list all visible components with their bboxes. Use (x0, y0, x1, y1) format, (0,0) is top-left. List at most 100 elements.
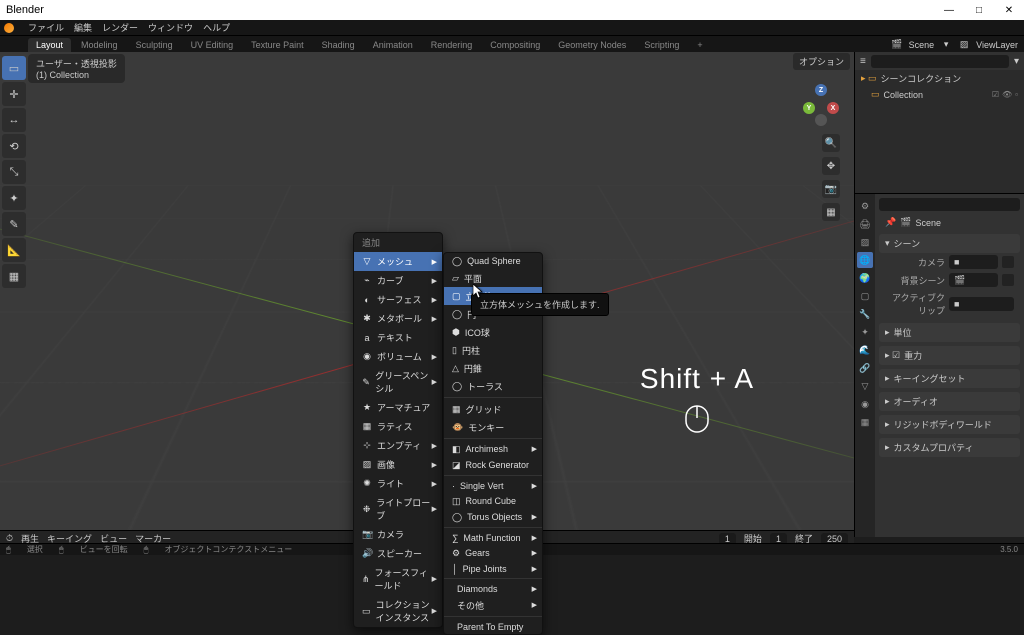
viewlayer-name[interactable]: ViewLayer (976, 40, 1018, 50)
fld-clip[interactable]: ■ (949, 297, 1014, 311)
mesh-menu-item-4[interactable]: ⬢ICO球 (444, 323, 542, 341)
ptab-constraints[interactable]: 🔗 (857, 360, 873, 376)
zoom-icon[interactable]: 🔍 (822, 134, 840, 152)
add-menu-item-4[interactable]: aテキスト (354, 328, 442, 347)
scene-icon[interactable]: 🎬 (891, 39, 903, 51)
mesh-menu-item-13[interactable]: ◪Rock Generator (444, 457, 542, 473)
add-menu-item-0[interactable]: ▽メッシュ▶ (354, 252, 442, 271)
outliner-type-icon[interactable]: ≡ (860, 56, 866, 67)
add-menu-item-14[interactable]: 🔊スピーカー (354, 544, 442, 563)
restrict-view-icon[interactable]: 👁 (1002, 90, 1012, 99)
tab-compositing[interactable]: Compositing (482, 38, 548, 52)
restrict-select-icon[interactable]: ☑ (992, 90, 999, 99)
tool-rotate[interactable]: ⟲ (2, 134, 26, 158)
tool-scale[interactable]: ⤡ (2, 160, 26, 184)
add-menu-item-15[interactable]: ⋔フォースフィールド▶ (354, 563, 442, 595)
scene-name[interactable]: Scene (909, 40, 935, 50)
close-button[interactable]: ✕ (994, 0, 1024, 20)
panel-custom[interactable]: ▸ カスタムプロパティ (879, 438, 1020, 457)
cam-anim-dot[interactable] (1002, 256, 1014, 268)
mesh-menu-item-17[interactable]: ◯Torus Objects▶ (444, 509, 542, 525)
mesh-menu-item-20[interactable]: ⚙Gears▶ (444, 545, 542, 561)
tab-texture-paint[interactable]: Texture Paint (243, 38, 312, 52)
tool-transform[interactable]: ✦ (2, 186, 26, 210)
tab-sculpting[interactable]: Sculpting (128, 38, 181, 52)
gizmo-z[interactable]: Z (815, 84, 827, 96)
menu-help[interactable]: ヘルプ (203, 21, 230, 34)
mesh-menu-item-1[interactable]: ▱平面 (444, 269, 542, 287)
gizmo-x[interactable]: X (827, 102, 839, 114)
panel-keying[interactable]: ▸ キーイングセット (879, 369, 1020, 388)
add-menu-item-8[interactable]: ▦ラティス (354, 417, 442, 436)
options-dropdown[interactable]: オプション (793, 53, 850, 70)
blender-icon[interactable] (4, 23, 14, 33)
fld-bgscene[interactable]: 🎬 (949, 273, 998, 287)
mesh-menu-item-9[interactable]: ▦グリッド (444, 400, 542, 418)
add-menu-item-10[interactable]: ▨画像▶ (354, 455, 442, 474)
menu-file[interactable]: ファイル (28, 21, 64, 34)
tab-uv-editing[interactable]: UV Editing (183, 38, 242, 52)
restrict-render-icon[interactable]: ▫ (1015, 90, 1018, 99)
minimize-button[interactable]: — (934, 0, 964, 20)
ptab-scene[interactable]: 🌐 (857, 252, 873, 268)
scene-new-icon[interactable]: ▾ (940, 39, 952, 51)
ptab-render[interactable]: ⚙ (857, 198, 873, 214)
maximize-button[interactable]: □ (964, 0, 994, 20)
mesh-menu-item-7[interactable]: ◯トーラス (444, 377, 542, 395)
tab-rendering[interactable]: Rendering (423, 38, 481, 52)
move-view-icon[interactable]: ✥ (822, 157, 840, 175)
mesh-menu-item-5[interactable]: ▯円柱 (444, 341, 542, 359)
tab-modeling[interactable]: Modeling (73, 38, 126, 52)
tab-scripting[interactable]: Scripting (636, 38, 687, 52)
mesh-menu-item-24[interactable]: その他▶ (444, 596, 542, 614)
tool-addcube[interactable]: ▦ (2, 264, 26, 288)
add-menu-item-11[interactable]: ✺ライト▶ (354, 474, 442, 493)
panel-rigid[interactable]: ▸ リジッドボディワールド (879, 415, 1020, 434)
add-menu-item-3[interactable]: ✱メタボール▶ (354, 309, 442, 328)
filter-icon[interactable]: ▾ (1014, 56, 1019, 67)
mesh-menu-item-26[interactable]: Parent To Empty (444, 619, 542, 634)
add-menu-item-12[interactable]: ❉ライトプローブ▶ (354, 493, 442, 525)
mesh-menu-item-16[interactable]: ◫Round Cube (444, 493, 542, 509)
add-menu-item-5[interactable]: ◉ボリューム▶ (354, 347, 442, 366)
tab-geometry-nodes[interactable]: Geometry Nodes (550, 38, 634, 52)
outliner-item-0[interactable]: Collection (884, 90, 924, 100)
add-menu-item-7[interactable]: ★アーマチュア (354, 398, 442, 417)
add-menu-item-16[interactable]: ▭コレクションインスタンス▶ (354, 595, 442, 627)
ptab-physics[interactable]: 🌊 (857, 342, 873, 358)
mesh-menu-item-23[interactable]: Diamonds▶ (444, 581, 542, 596)
scene-pin-icon[interactable]: 📌 (885, 217, 896, 228)
tool-annotate[interactable]: ✎ (2, 212, 26, 236)
panel-gravity[interactable]: ▸ ☑ 重力 (879, 346, 1020, 365)
props-scene-name[interactable]: Scene (915, 218, 941, 228)
outliner-root[interactable]: シーンコレクション (881, 72, 962, 85)
fld-camera[interactable]: ■ (949, 255, 998, 269)
mesh-menu-item-0[interactable]: ◯Quad Sphere (444, 253, 542, 269)
tool-measure[interactable]: 📐 (2, 238, 26, 262)
camera-view-icon[interactable]: 📷 (822, 180, 840, 198)
add-menu-item-9[interactable]: ⊹エンプティ▶ (354, 436, 442, 455)
add-menu-item-13[interactable]: 📷カメラ (354, 525, 442, 544)
add-menu-item-1[interactable]: ⌁カーブ▶ (354, 271, 442, 290)
tab-layout[interactable]: Layout (28, 38, 71, 52)
menu-render[interactable]: レンダー (102, 21, 138, 34)
props-search[interactable] (879, 198, 1020, 211)
gizmo-y[interactable]: Y (803, 102, 815, 114)
tool-move[interactable]: ↔ (2, 108, 26, 132)
add-menu-item-2[interactable]: ◐サーフェス▶ (354, 290, 442, 309)
ptab-data[interactable]: ▽ (857, 378, 873, 394)
mesh-menu-item-19[interactable]: ∑Math Function▶ (444, 530, 542, 545)
tab-add[interactable]: + (689, 38, 710, 52)
mesh-menu-item-21[interactable]: │Pipe Joints▶ (444, 561, 542, 576)
add-menu-item-6[interactable]: ✎グリースペンシル▶ (354, 366, 442, 398)
tab-animation[interactable]: Animation (365, 38, 421, 52)
collection-child-icon[interactable]: ▭ (871, 89, 880, 100)
outliner[interactable]: ≡ ▾ ▸ ▭ シーンコレクション ▭ Collection ☑👁▫ (855, 52, 1024, 194)
ptab-viewlayer[interactable]: ▨ (857, 234, 873, 250)
ptab-object[interactable]: ▢ (857, 288, 873, 304)
mesh-menu-item-10[interactable]: 🐵モンキー (444, 418, 542, 436)
mesh-menu-item-6[interactable]: △円錐 (444, 359, 542, 377)
tool-cursor[interactable]: ✛ (2, 82, 26, 106)
menu-window[interactable]: ウィンドウ (148, 21, 193, 34)
ptab-modifiers[interactable]: 🔧 (857, 306, 873, 322)
